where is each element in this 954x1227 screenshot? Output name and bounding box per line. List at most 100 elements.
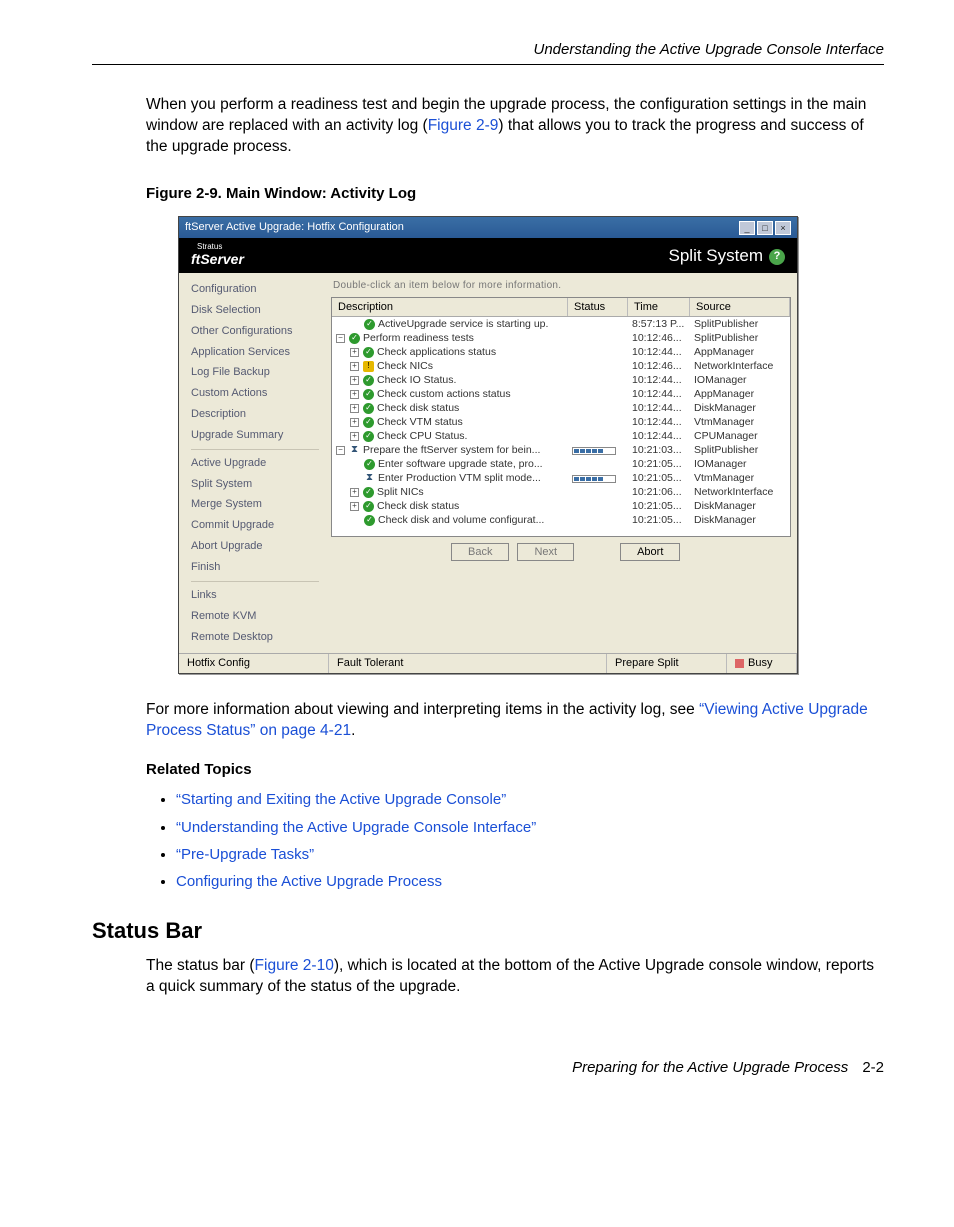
log-row[interactable]: +!Check NICs10:12:46...NetworkInterface [332,359,790,373]
log-row[interactable]: +✓Check CPU Status.10:12:44...CPUManager [332,429,790,443]
intro-paragraph: When you perform a readiness test and be… [146,95,884,158]
abort-button[interactable]: Abort [620,543,680,561]
row-source: AppManager [690,387,790,401]
row-time: 10:21:06... [628,485,690,499]
col-status[interactable]: Status [568,298,628,317]
row-source: SplitPublisher [690,331,790,345]
check-icon: ✓ [363,431,374,442]
statusbar-config: Hotfix Config [179,654,329,673]
tree-expander[interactable]: + [350,390,359,399]
help-icon[interactable]: ? [769,249,785,265]
tree-expander[interactable]: + [350,348,359,357]
next-button[interactable]: Next [517,543,574,561]
sidebar-item[interactable]: Application Services [191,342,319,363]
back-button[interactable]: Back [451,543,509,561]
log-row[interactable]: +✓Check VTM status10:12:44...VtmManager [332,415,790,429]
sidebar-item[interactable]: Upgrade Summary [191,425,319,446]
log-row[interactable]: + ✓Check custom actions status 10:12:44...… [332,387,790,401]
tree-expander[interactable]: + [350,376,359,385]
sidebar-link[interactable]: Remote KVM [191,606,319,627]
sidebar-separator [191,449,319,450]
minimize-button[interactable]: _ [739,221,755,235]
sidebar-item[interactable]: Finish [191,557,319,578]
row-description: Check disk status [377,499,459,513]
log-row[interactable]: +✓Split NICs10:21:06...NetworkInterface [332,485,790,499]
topic-link[interactable]: Understanding the Active Upgrade Console… [176,819,536,836]
figure-caption: Figure 2-9. Main Window: Activity Log [146,184,884,204]
row-time: 10:21:05... [628,471,690,485]
topic-link[interactable]: Starting and Exiting the Active Upgrade … [176,791,506,808]
activity-log-grid: Description Status Time Source ✓ActiveUp… [331,297,791,537]
sidebar-item[interactable]: Custom Actions [191,383,319,404]
sidebar-separator [191,581,319,582]
sidebar-item[interactable]: Description [191,404,319,425]
col-source[interactable]: Source [690,298,790,317]
topic-link[interactable]: Configuring the Active Upgrade Process [176,873,442,890]
log-row[interactable]: +✓Check applications status10:12:44...Ap… [332,345,790,359]
sidebar-item[interactable]: Other Configurations [191,321,319,342]
sidebar: Configuration Disk Selection Other Confi… [179,273,329,653]
tree-expander[interactable]: + [350,362,359,371]
row-time: 10:12:46... [628,331,690,345]
brand-name: ftServer [191,251,244,267]
sidebar-item[interactable]: Log File Backup [191,362,319,383]
tree-expander[interactable]: + [350,418,359,427]
row-description: Check NICs [377,359,433,373]
row-source: VtmManager [690,471,790,485]
tree-expander[interactable]: + [350,404,359,413]
tree-expander[interactable]: + [350,502,359,511]
sidebar-item[interactable]: Commit Upgrade [191,515,319,536]
figure-ref-link[interactable]: Figure 2-9 [428,117,499,134]
log-row[interactable]: ✓Check disk and volume configurat...10:2… [332,513,790,527]
tree-expander[interactable]: − [336,446,345,455]
row-description: Check custom actions status [377,387,511,401]
sidebar-item[interactable]: Configuration [191,279,319,300]
row-source: SplitPublisher [690,443,790,457]
log-row[interactable]: ⧗Enter Production VTM split mode... 10:21… [332,471,790,485]
col-description[interactable]: Description [332,298,568,317]
warning-icon: ! [363,361,374,372]
hourglass-icon: ⧗ [364,473,375,484]
row-source: VtmManager [690,415,790,429]
sidebar-item[interactable]: Merge System [191,494,319,515]
row-description: Check disk and volume configurat... [378,513,544,527]
row-description: Split NICs [377,485,424,499]
window-titlebar: ftServer Active Upgrade: Hotfix Configur… [179,217,797,238]
tree-expander[interactable]: + [350,488,359,497]
topic-item: Pre-Upgrade Tasks [176,845,884,865]
tree-expander[interactable]: + [350,432,359,441]
check-icon: ✓ [363,389,374,400]
log-row[interactable]: −✓Perform readiness tests10:12:46...Spli… [332,331,790,345]
topic-item: Configuring the Active Upgrade Process [176,872,884,892]
row-time: 10:12:44... [628,387,690,401]
log-row[interactable]: −⧗Prepare the ftServer system for bein..… [332,443,790,457]
row-source: AppManager [690,345,790,359]
row-description: Perform readiness tests [363,331,474,345]
col-time[interactable]: Time [628,298,690,317]
sidebar-item[interactable]: Disk Selection [191,300,319,321]
sidebar-item[interactable]: Split System [191,474,319,495]
row-source: DiskManager [690,513,790,527]
log-row[interactable]: +✓Check disk status10:21:05...DiskManage… [332,499,790,513]
topic-link[interactable]: Pre-Upgrade Tasks [176,846,314,863]
close-button[interactable]: × [775,221,791,235]
row-description: Enter Production VTM split mode... [378,471,541,485]
check-icon: ✓ [364,515,375,526]
sidebar-item[interactable]: Abort Upgrade [191,536,319,557]
maximize-button[interactable]: □ [757,221,773,235]
sidebar-link[interactable]: Remote Desktop [191,627,319,648]
log-row[interactable]: +✓Check disk status10:12:44...DiskManage… [332,401,790,415]
log-row[interactable]: ✓ActiveUpgrade service is starting up.8:… [332,317,790,331]
related-topics-list: Starting and Exiting the Active Upgrade … [176,790,884,892]
post-figure-paragraph: For more information about viewing and i… [146,700,884,742]
sidebar-item[interactable]: Active Upgrade [191,453,319,474]
row-time: 10:12:44... [628,429,690,443]
grid-hint: Double-click an item below for more info… [333,279,791,293]
figure-ref-link-2[interactable]: Figure 2-10 [255,957,334,974]
check-icon: ✓ [363,501,374,512]
tree-expander[interactable]: − [336,334,345,343]
log-row[interactable]: ✓Enter software upgrade state, pro...10:… [332,457,790,471]
row-source: NetworkInterface [690,359,790,373]
log-row[interactable]: +✓Check IO Status.10:12:44...IOManager [332,373,790,387]
status-bar: Hotfix Config Fault Tolerant Prepare Spl… [179,653,797,673]
